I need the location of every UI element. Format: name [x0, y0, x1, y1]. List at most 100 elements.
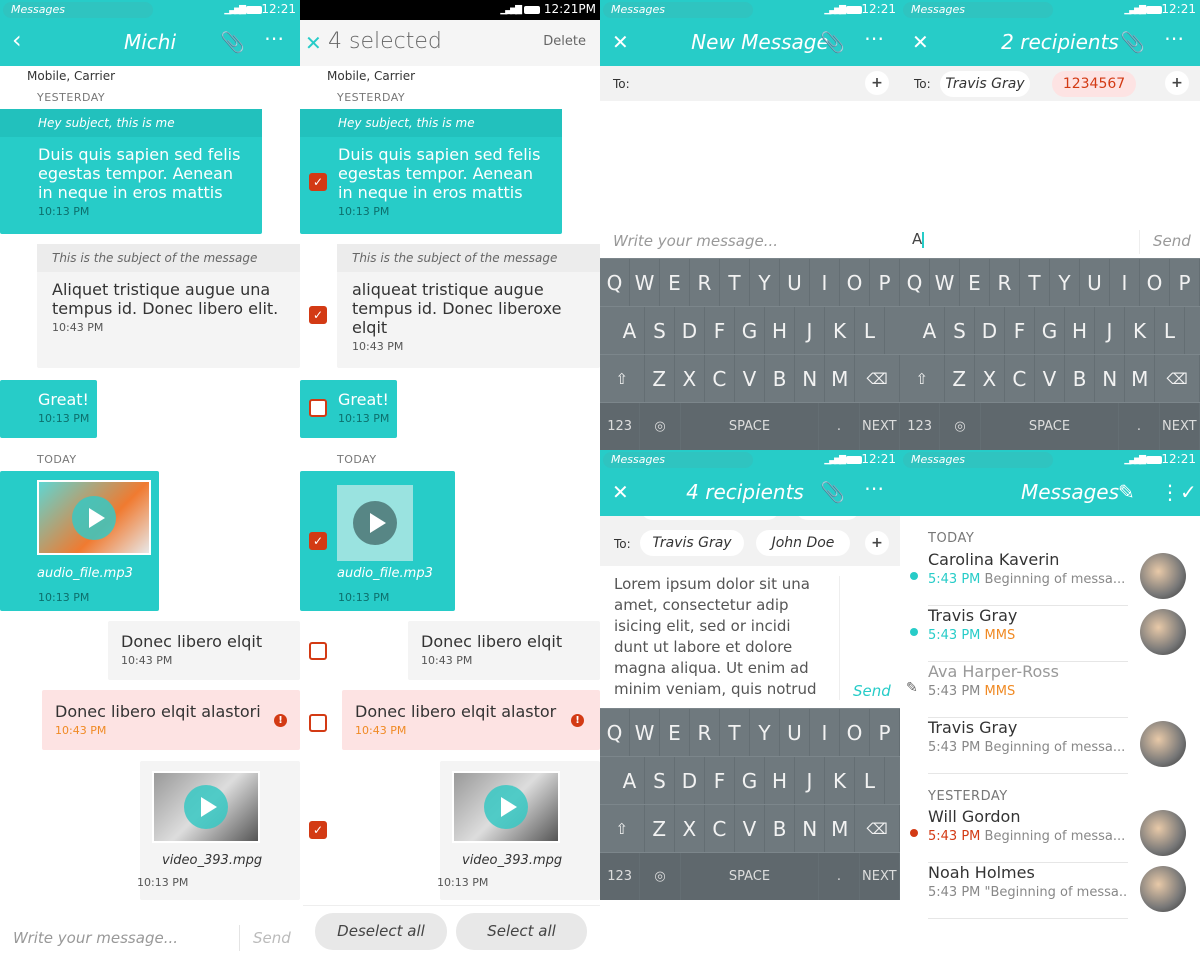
key-language[interactable]: ◎: [640, 403, 681, 450]
key-shift[interactable]: ⇧: [600, 355, 645, 402]
more-icon[interactable]: ⋯: [864, 26, 884, 50]
key-j[interactable]: J: [795, 307, 825, 354]
key-backspace[interactable]: ⌫: [855, 355, 900, 402]
key-x[interactable]: X: [675, 805, 705, 852]
attach-icon[interactable]: 📎: [820, 480, 845, 504]
key-p[interactable]: P: [870, 259, 900, 306]
key-e[interactable]: E: [660, 259, 690, 306]
key-w[interactable]: W: [630, 259, 660, 306]
failed-message-bubble[interactable]: Donec libero elqit alastor 10:43 PM!: [342, 690, 600, 750]
key-d[interactable]: D: [975, 307, 1005, 354]
message-bubble[interactable]: Donec libero elqit 10:43 PM: [408, 621, 600, 680]
key-q[interactable]: Q: [600, 259, 630, 306]
key-l[interactable]: L: [1155, 307, 1185, 354]
key-w[interactable]: W: [930, 259, 960, 306]
attach-icon[interactable]: 📎: [220, 30, 245, 54]
key-u[interactable]: U: [1080, 259, 1110, 306]
message-input[interactable]: Lorem ipsum dolor sit una amet, consecte…: [614, 574, 829, 700]
key-y[interactable]: Y: [750, 709, 780, 756]
message-input[interactable]: Write your message...: [613, 232, 778, 250]
audio-thumbnail[interactable]: [37, 480, 151, 555]
key-k[interactable]: K: [825, 757, 855, 804]
key-y[interactable]: Y: [1050, 259, 1080, 306]
key-a[interactable]: A: [915, 307, 945, 354]
message-checkbox[interactable]: ✓: [309, 821, 327, 839]
key-f[interactable]: F: [705, 307, 735, 354]
conversation-item[interactable]: Travis Gray 5:43 PM Beginning of messa..…: [928, 718, 1128, 774]
key-z[interactable]: Z: [645, 355, 675, 402]
key-language[interactable]: ◎: [940, 403, 981, 450]
add-recipient-button[interactable]: +: [865, 71, 889, 95]
key-123[interactable]: 123: [600, 853, 641, 900]
key-h[interactable]: H: [1065, 307, 1095, 354]
compose-icon[interactable]: ✎: [1118, 480, 1135, 504]
key-x[interactable]: X: [975, 355, 1005, 402]
select-mode-icon[interactable]: ⋮✓: [1160, 480, 1197, 504]
message-checkbox[interactable]: [309, 399, 327, 417]
key-next[interactable]: NEXT: [860, 853, 900, 900]
recipient-chip[interactable]: John Doe: [756, 530, 850, 556]
key-j[interactable]: J: [795, 757, 825, 804]
key-n[interactable]: N: [795, 355, 826, 402]
key-a[interactable]: A: [615, 757, 645, 804]
key-s[interactable]: S: [945, 307, 975, 354]
message-input[interactable]: A: [912, 230, 925, 248]
key-e[interactable]: E: [660, 709, 690, 756]
key-s[interactable]: S: [645, 757, 675, 804]
key-t[interactable]: T: [720, 259, 750, 306]
key-shift[interactable]: ⇧: [600, 805, 645, 852]
key-p[interactable]: P: [870, 709, 900, 756]
key-b[interactable]: B: [1065, 355, 1096, 402]
key-x[interactable]: X: [675, 355, 705, 402]
key-e[interactable]: E: [960, 259, 990, 306]
key-space[interactable]: SPACE: [981, 403, 1120, 450]
key-b[interactable]: B: [765, 805, 796, 852]
key-h[interactable]: H: [765, 307, 795, 354]
key-b[interactable]: B: [765, 355, 796, 402]
key-z[interactable]: Z: [945, 355, 975, 402]
key-i[interactable]: I: [810, 709, 840, 756]
message-bubble[interactable]: Donec libero elqit 10:43 PM: [108, 621, 300, 680]
key-f[interactable]: F: [705, 757, 735, 804]
add-recipient-button[interactable]: +: [865, 531, 889, 555]
message-checkbox[interactable]: [309, 714, 327, 732]
key-d[interactable]: D: [675, 307, 705, 354]
key-n[interactable]: N: [795, 805, 826, 852]
message-bubble[interactable]: This is the subject of the message alique…: [337, 244, 600, 368]
key-g[interactable]: G: [735, 757, 765, 804]
key-t[interactable]: T: [1020, 259, 1050, 306]
key-i[interactable]: I: [1110, 259, 1140, 306]
recipient-chip[interactable]: Travis Gray: [940, 71, 1030, 97]
key-next[interactable]: NEXT: [1160, 403, 1200, 450]
deselect-all-button[interactable]: Deselect all: [315, 913, 447, 950]
key-g[interactable]: G: [1035, 307, 1065, 354]
video-thumbnail[interactable]: [452, 771, 560, 843]
message-bubble[interactable]: This is the subject of the message Alique…: [37, 244, 300, 368]
key-space[interactable]: SPACE: [681, 403, 820, 450]
close-icon[interactable]: ✕: [305, 31, 322, 55]
key-m[interactable]: M: [1125, 355, 1156, 402]
play-icon[interactable]: [353, 501, 397, 545]
attach-icon[interactable]: 📎: [1120, 30, 1145, 54]
key-123[interactable]: 123: [900, 403, 941, 450]
attach-icon[interactable]: 📎: [820, 30, 845, 54]
key-k[interactable]: K: [1125, 307, 1155, 354]
key-d[interactable]: D: [675, 757, 705, 804]
key-u[interactable]: U: [780, 259, 810, 306]
key-o[interactable]: O: [840, 709, 870, 756]
key-backspace[interactable]: ⌫: [855, 805, 900, 852]
key-r[interactable]: R: [690, 709, 720, 756]
key-i[interactable]: I: [810, 259, 840, 306]
conversation-item[interactable]: Noah Holmes 5:43 PM "Beginning of messa.…: [928, 863, 1128, 919]
key-q[interactable]: Q: [900, 259, 930, 306]
conversation-item[interactable]: Travis Gray 5:43 PM MMS: [928, 606, 1128, 662]
more-icon[interactable]: ⋯: [264, 26, 284, 50]
message-input[interactable]: Write your message...: [13, 929, 178, 947]
key-c[interactable]: C: [1005, 355, 1035, 402]
key-g[interactable]: G: [735, 307, 765, 354]
key-o[interactable]: O: [1140, 259, 1170, 306]
key-period[interactable]: .: [1119, 403, 1160, 450]
delete-button[interactable]: Delete: [543, 34, 586, 49]
key-j[interactable]: J: [1095, 307, 1125, 354]
key-l[interactable]: L: [855, 307, 885, 354]
